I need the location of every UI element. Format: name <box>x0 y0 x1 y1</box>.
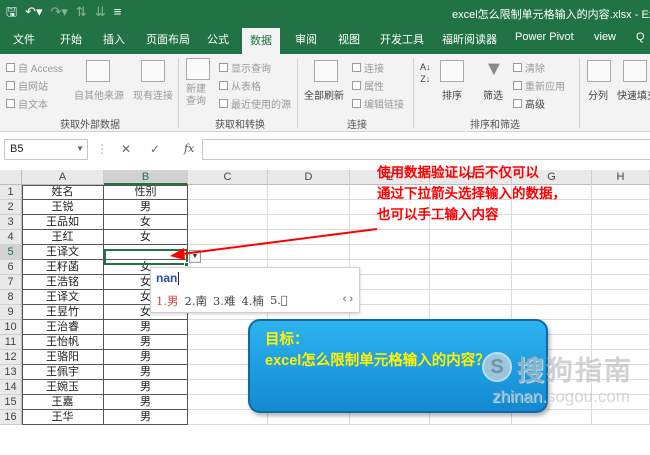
ime-candidate[interactable]: 5.𠇉 <box>270 293 288 309</box>
sogou-watermark: S 搜狗指南 zhinan.sogou.com <box>467 339 649 429</box>
ime-candidate[interactable]: 4.楠 <box>241 293 263 309</box>
ime-candidates: 1.男 2.南 3.难 4.楠 5.𠇉 <box>156 293 288 309</box>
ime-candidate-window: nan 1.男 2.南 3.难 4.楠 5.𠇉 ‹ › <box>150 267 360 313</box>
ime-candidate[interactable]: 3.难 <box>213 293 235 309</box>
ime-candidate[interactable]: 1.男 <box>156 293 178 309</box>
ime-composition: nan <box>156 271 180 286</box>
ime-page-nav-icon[interactable]: ‹ › <box>343 293 353 305</box>
ime-candidate[interactable]: 2.南 <box>184 293 206 309</box>
text-caret <box>178 272 180 286</box>
sogou-logo-icon: S <box>482 352 512 382</box>
